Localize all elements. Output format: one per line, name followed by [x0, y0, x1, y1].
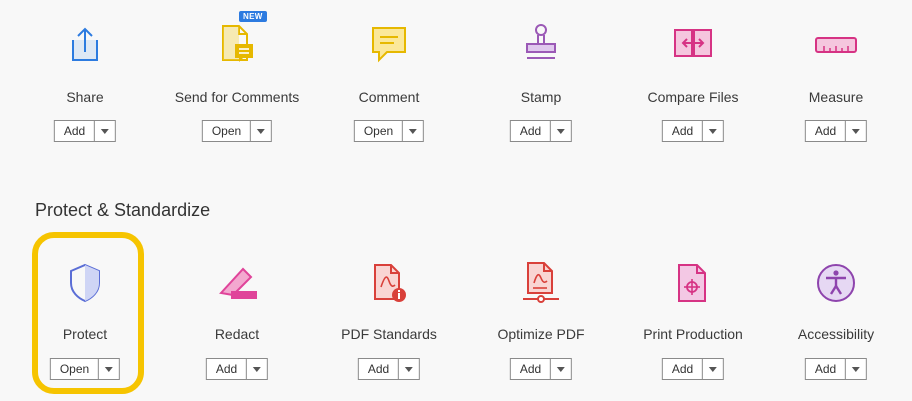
tool-accessibility[interactable]: Accessibility Add [760, 233, 912, 393]
share-icon [63, 22, 107, 66]
tool-label: Share [66, 89, 104, 105]
redact-icon [215, 261, 259, 305]
open-button-split[interactable]: Open [201, 120, 273, 142]
chevron-down-icon[interactable] [95, 121, 115, 141]
chevron-down-icon[interactable] [703, 121, 723, 141]
tool-send-for-comments[interactable]: NEW Send for Comments Open [161, 0, 313, 160]
tool-label: Print Production [643, 326, 743, 342]
add-button[interactable]: Add [806, 121, 847, 141]
tool-protect[interactable]: Protect Open [9, 233, 161, 393]
tool-compare-files[interactable]: Compare Files Add [617, 0, 769, 160]
add-button-split[interactable]: Add [205, 358, 269, 380]
add-button-split[interactable]: Add [804, 120, 868, 142]
section-title-protect-standardize: Protect & Standardize [35, 200, 211, 220]
tool-label: Send for Comments [174, 89, 300, 105]
add-button-split[interactable]: Add [509, 358, 573, 380]
open-button[interactable]: Open [355, 121, 404, 141]
tool-label: Compare Files [647, 89, 739, 105]
tool-label: Optimize PDF [497, 326, 585, 342]
comment-icon [367, 22, 411, 66]
add-button-split[interactable]: Add [661, 120, 725, 142]
chevron-down-icon[interactable] [403, 121, 423, 141]
measure-icon [814, 22, 858, 66]
send-for-comments-icon [215, 22, 259, 66]
add-button-split[interactable]: Add [509, 120, 573, 142]
tool-pdf-standards[interactable]: PDF Standards Add [313, 233, 465, 393]
chevron-down-icon[interactable] [551, 121, 571, 141]
add-button-split[interactable]: Add [357, 358, 421, 380]
add-button[interactable]: Add [806, 359, 847, 379]
chevron-down-icon[interactable] [251, 121, 271, 141]
chevron-down-icon[interactable] [399, 359, 419, 379]
chevron-down-icon[interactable] [846, 121, 866, 141]
new-badge: NEW [239, 11, 267, 22]
tool-label: Redact [214, 326, 260, 342]
tool-label: Protect [62, 326, 108, 342]
tool-stamp[interactable]: Stamp Add [465, 0, 617, 160]
add-button-split[interactable]: Add [661, 358, 725, 380]
tools-row-share-review: Share Add NEW Send for Comments Open Com… [0, 0, 912, 160]
tool-optimize-pdf[interactable]: Optimize PDF Add [465, 233, 617, 393]
tool-label: Comment [358, 89, 420, 105]
add-button[interactable]: Add [511, 121, 552, 141]
tool-comment[interactable]: Comment Open [313, 0, 465, 160]
tools-row-protect-standardize: Protect Open Redact Add PDF Standards Ad… [0, 233, 912, 393]
add-button-split[interactable]: Add [53, 120, 117, 142]
pdf-standards-icon [367, 261, 411, 305]
add-button[interactable]: Add [663, 359, 704, 379]
add-button[interactable]: Add [511, 359, 552, 379]
tool-share[interactable]: Share Add [9, 0, 161, 160]
tool-label: PDF Standards [341, 326, 437, 342]
protect-icon [63, 261, 107, 305]
chevron-down-icon[interactable] [846, 359, 866, 379]
add-button[interactable]: Add [55, 121, 96, 141]
open-button-split[interactable]: Open [353, 120, 425, 142]
tool-print-production[interactable]: Print Production Add [617, 233, 769, 393]
tool-label: Accessibility [797, 326, 875, 342]
open-button[interactable]: Open [51, 359, 100, 379]
chevron-down-icon[interactable] [703, 359, 723, 379]
tool-redact[interactable]: Redact Add [161, 233, 313, 393]
tool-label: Measure [808, 89, 864, 105]
add-button[interactable]: Add [663, 121, 704, 141]
tool-label: Stamp [520, 89, 562, 105]
print-production-icon [671, 261, 715, 305]
add-button[interactable]: Add [207, 359, 248, 379]
open-button-split[interactable]: Open [49, 358, 121, 380]
chevron-down-icon[interactable] [247, 359, 267, 379]
add-button[interactable]: Add [359, 359, 400, 379]
open-button[interactable]: Open [203, 121, 252, 141]
add-button-split[interactable]: Add [804, 358, 868, 380]
tool-measure[interactable]: Measure Add [760, 0, 912, 160]
chevron-down-icon[interactable] [551, 359, 571, 379]
stamp-icon [519, 22, 563, 66]
chevron-down-icon[interactable] [99, 359, 119, 379]
optimize-pdf-icon [519, 261, 563, 305]
compare-files-icon [671, 22, 715, 66]
accessibility-icon [814, 261, 858, 305]
